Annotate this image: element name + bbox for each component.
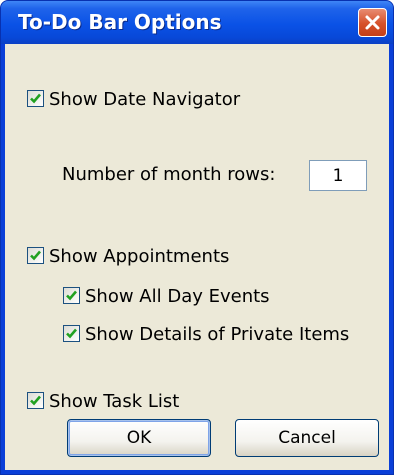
ok-button[interactable]: OK (67, 419, 211, 457)
show-private-details-label: Show Details of Private Items (85, 324, 350, 345)
checkmark-icon (66, 290, 77, 301)
dialog-title: To-Do Bar Options (18, 10, 222, 34)
show-date-navigator-checkbox[interactable] (27, 90, 44, 107)
title-bar[interactable]: To-Do Bar Options (1, 1, 393, 44)
show-appointments-checkbox[interactable] (27, 247, 44, 264)
checkmark-icon (30, 250, 41, 261)
checkmark-icon (30, 93, 41, 104)
show-date-navigator-option[interactable]: Show Date Navigator (27, 87, 287, 113)
show-private-details-option[interactable]: Show Details of Private Items (63, 322, 383, 348)
show-task-list-option[interactable]: Show Task List (27, 389, 227, 415)
close-icon (365, 15, 380, 30)
show-appointments-label: Show Appointments (49, 246, 230, 267)
dialog-body: Show Date Navigator Number of month rows… (5, 44, 389, 470)
month-rows-input[interactable] (309, 160, 367, 191)
show-appointments-option[interactable]: Show Appointments (27, 244, 287, 270)
show-task-list-label: Show Task List (49, 391, 180, 412)
checkmark-icon (30, 395, 41, 406)
checkmark-icon (66, 328, 77, 339)
show-all-day-events-option[interactable]: Show All Day Events (63, 284, 323, 310)
close-button[interactable] (358, 8, 387, 37)
show-private-details-checkbox[interactable] (63, 325, 80, 342)
cancel-button[interactable]: Cancel (235, 419, 379, 457)
show-all-day-events-checkbox[interactable] (63, 287, 80, 304)
dialog-window: To-Do Bar Options Show Date Navigator Nu… (0, 0, 394, 475)
show-task-list-checkbox[interactable] (27, 392, 44, 409)
show-date-navigator-label: Show Date Navigator (49, 89, 241, 110)
show-all-day-events-label: Show All Day Events (85, 286, 270, 307)
month-rows-label: Number of month rows: (62, 164, 276, 185)
